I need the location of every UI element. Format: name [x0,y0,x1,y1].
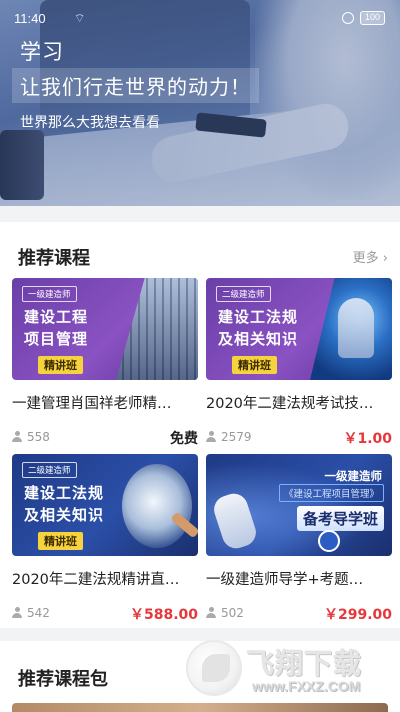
battery-icon: 100 [360,11,386,25]
user-icon [12,607,22,618]
section-title: 推荐课程 [18,248,90,269]
thumb-tag: 精讲班 [38,532,83,550]
course-card[interactable]: 一级建造师 建设工程 项目管理 精讲班 一建管理肖国祥老师精… 558 免费 [12,278,198,448]
thumb-title-line: 建设工法规 [24,484,105,502]
status-time: 11:40 [14,11,46,26]
thumb-badge: 一级建造师 [324,469,383,483]
course-card[interactable]: 二级建造师 建设工法规 及相关知识 精讲班 2020年二建法规考试技… 2579… [206,278,392,448]
learner-count: 558 [12,430,50,444]
recommended-courses-section: 推荐课程 更多 › 一级建造师 建设工程 项目管理 精讲班 一建管理肖国祥老师精… [0,222,400,628]
course-thumbnail: 二级建造师 建设工法规 及相关知识 精讲班 [206,278,392,380]
hero-slogan: 让我们行走世界的动力！ [12,68,259,103]
course-price: ￥588.00 [129,607,198,623]
course-name: 2020年二建法规考试技… [206,396,374,412]
learner-count-value: 2579 [221,430,252,444]
watermark-url: www.FXXZ.COM [252,678,361,694]
magnifier-image [122,464,192,548]
page-title: 学习 [20,40,64,64]
thumb-title-line: 及相关知识 [218,330,299,348]
thumb-tag: 精讲班 [38,356,83,374]
section-title: 推荐课程包 [18,669,108,690]
alarm-icon [342,12,354,24]
watermark-logo-icon [186,640,242,696]
thumb-title-line: 建设工程 [24,308,89,326]
thumb-tag: 精讲班 [232,356,277,374]
course-thumbnail: 一级建造师 建设工程 项目管理 精讲班 [12,278,198,380]
thumb-badge: 二级建造师 [22,462,77,478]
wifi-icon: ⌔ [74,11,86,25]
hero-banner[interactable]: 11:40 ⌔ 100 学习 让我们行走世界的动力！ 世界那么大我想去看看 [0,0,400,206]
course-meta: 558 免费 [12,428,198,447]
learner-count: 502 [206,606,244,620]
user-icon [206,431,216,442]
learner-count: 2579 [206,430,252,444]
hero-subtitle: 世界那么大我想去看看 [20,115,160,131]
course-meta: 2579 ￥1.00 [206,428,392,447]
thumb-title-line: 及相关知识 [24,506,105,524]
user-icon [12,431,22,442]
thumb-title-line: 备考导学班 [296,506,384,531]
learner-count-value: 502 [221,606,244,620]
thumb-subject: 《建设工程项目管理》 [278,484,384,502]
course-name: 2020年二建法规精讲直… [12,572,180,588]
course-meta: 502 ￥299.00 [206,604,392,623]
learner-count-value: 542 [27,606,50,620]
tech-image [310,278,392,380]
seal-icon [318,530,340,552]
learner-count: 542 [12,606,50,620]
building-image [116,278,198,380]
thumb-title-line: 建设工法规 [218,308,299,326]
course-price: ￥1.00 [343,431,392,447]
thumb-title-line: 项目管理 [24,330,89,348]
thumb-badge: 一级建造师 [22,286,77,302]
status-bar: 11:40 ⌔ 100 [0,0,400,40]
learner-count-value: 558 [27,430,50,444]
course-price: 免费 [170,431,198,447]
user-icon [206,607,216,618]
watermark: 飞翔下载 www.FXXZ.COM [186,636,392,704]
thumb-badge: 二级建造师 [216,286,271,302]
course-meta: 542 ￥588.00 [12,604,198,623]
course-name: 一建管理肖国祥老师精… [12,396,172,412]
package-thumbnail[interactable] [12,703,388,712]
watermark-brand: 飞翔下载 [246,647,363,680]
course-thumbnail: 一级建造师 《建设工程项目管理》 备考导学班 [206,454,392,556]
more-link[interactable]: 更多 › [353,247,388,266]
course-card[interactable]: 二级建造师 建设工法规 及相关知识 精讲班 2020年二建法规精讲直… 542 … [12,454,198,624]
course-name: 一级建造师导学+考题… [206,572,364,588]
course-thumbnail: 二级建造师 建设工法规 及相关知识 精讲班 [12,454,198,556]
course-price: ￥299.00 [323,607,392,623]
course-card[interactable]: 一级建造师 《建设工程项目管理》 备考导学班 一级建造师导学+考题… 502 ￥… [206,454,392,624]
